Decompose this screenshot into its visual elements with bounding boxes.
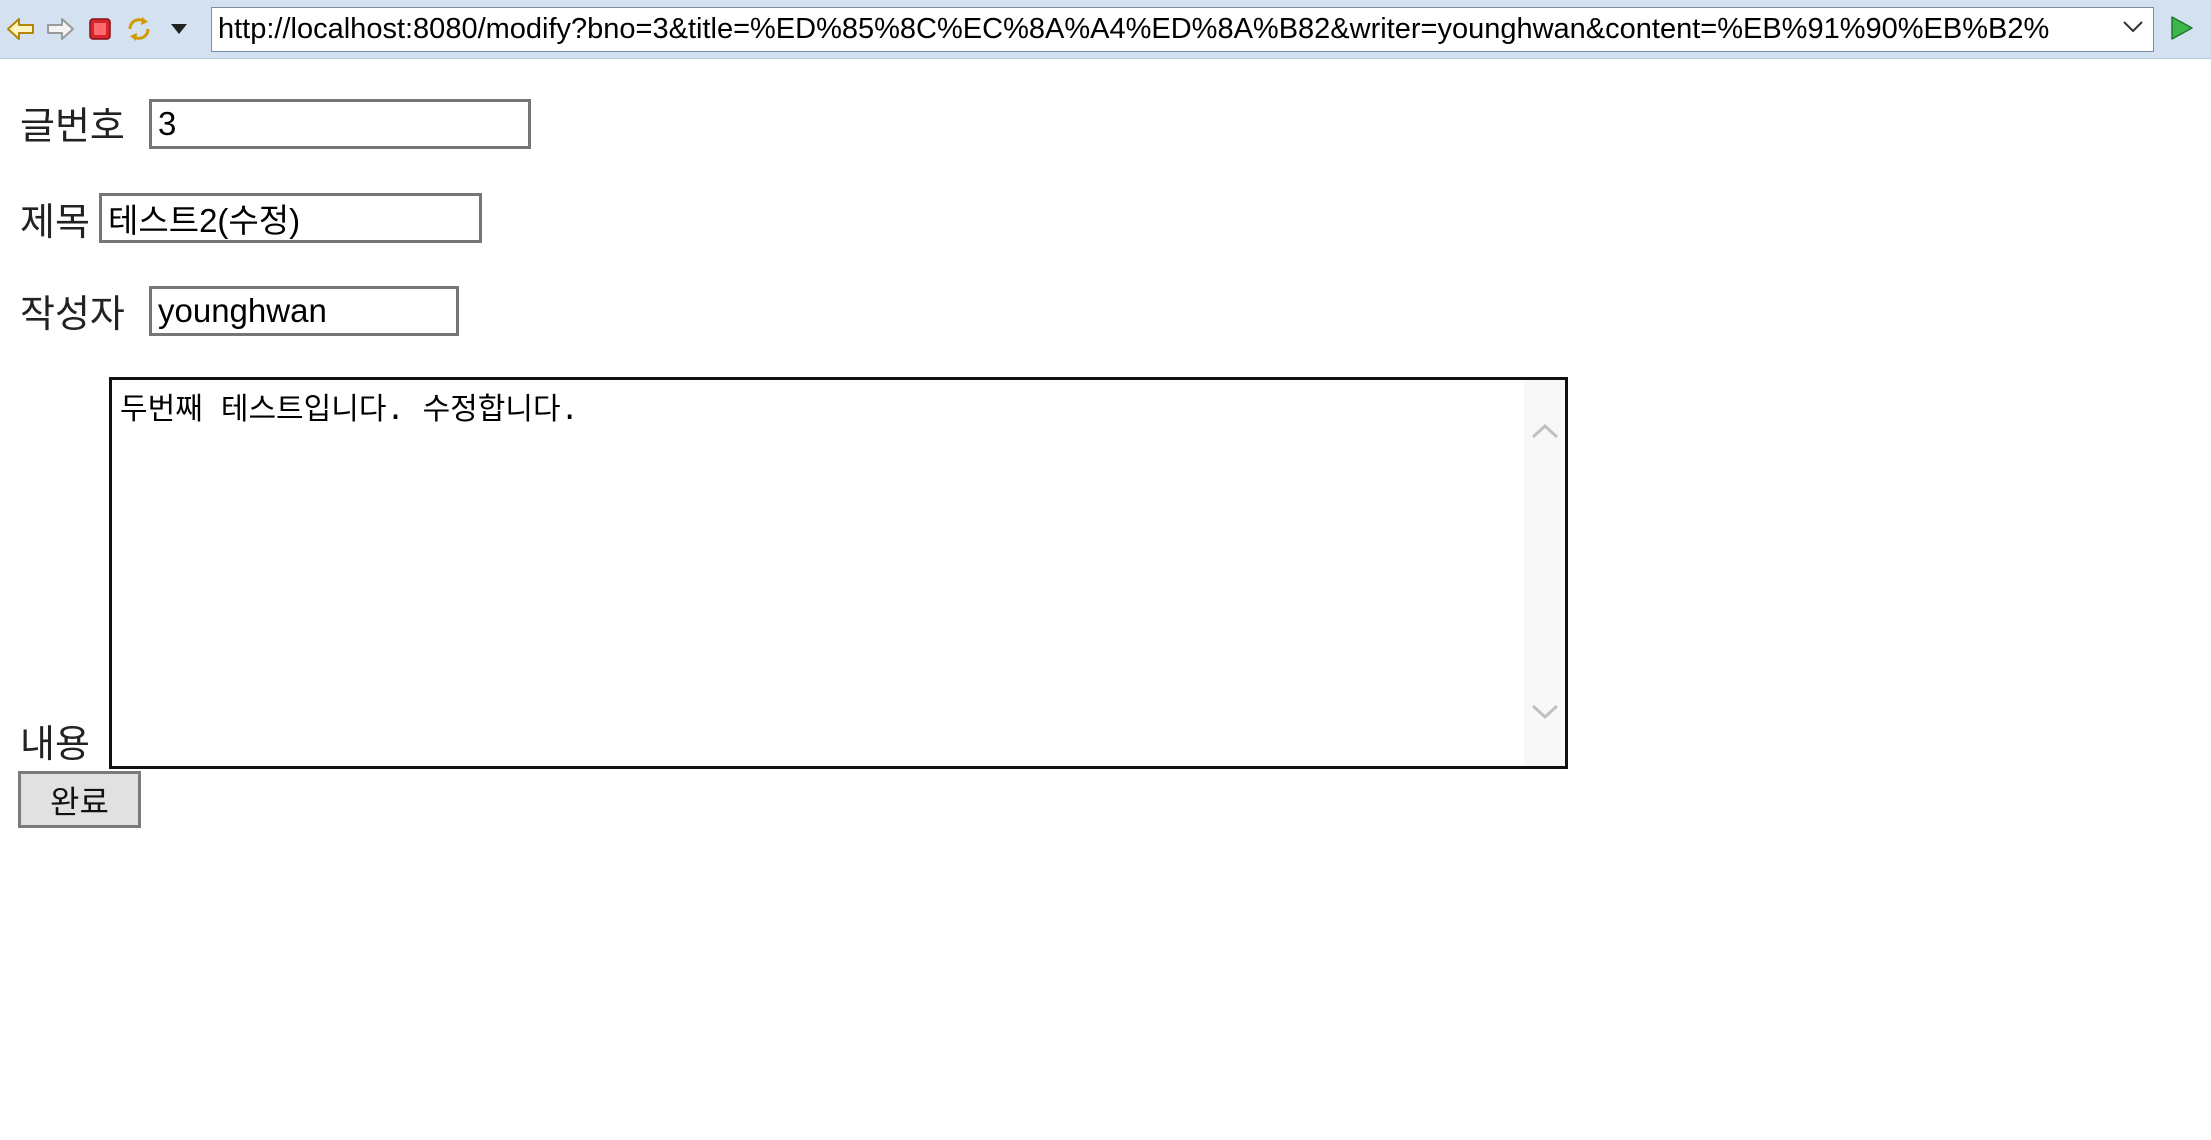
url-text[interactable]: http://localhost:8080/modify?bno=3&title… (218, 8, 2108, 51)
history-dropdown-button[interactable] (162, 12, 196, 46)
scroll-up-button[interactable] (1524, 416, 1565, 450)
chevron-down-icon (2122, 20, 2144, 39)
scroll-down-button[interactable] (1524, 697, 1565, 731)
writer-input[interactable] (149, 286, 459, 336)
title-label: 제목 (20, 200, 90, 244)
url-dropdown-button[interactable] (2113, 8, 2153, 51)
forward-arrow-icon (45, 16, 75, 42)
content-textarea[interactable]: 두번째 테스트입니다. 수정합니다. (112, 380, 1524, 766)
back-button[interactable] (4, 12, 38, 46)
forward-button[interactable] (43, 12, 77, 46)
refresh-icon (124, 14, 154, 44)
stop-button[interactable] (83, 12, 117, 46)
browser-toolbar: http://localhost:8080/modify?bno=3&title… (0, 0, 2211, 59)
submit-button[interactable]: 완료 (18, 771, 141, 828)
content-label: 내용 (20, 722, 90, 766)
title-input[interactable] (99, 193, 482, 243)
bno-label: 글번호 (20, 104, 125, 148)
chevron-up-icon (1531, 423, 1559, 444)
textarea-scrollbar[interactable] (1524, 380, 1565, 766)
back-arrow-icon (6, 16, 36, 42)
chevron-down-icon (1531, 704, 1559, 725)
refresh-button[interactable] (122, 12, 156, 46)
writer-label: 작성자 (20, 292, 125, 336)
address-bar[interactable]: http://localhost:8080/modify?bno=3&title… (211, 7, 2154, 52)
content-textarea-frame: 두번째 테스트입니다. 수정합니다. (109, 377, 1568, 769)
dropdown-arrow-icon (170, 23, 188, 35)
go-button[interactable] (2163, 12, 2199, 48)
go-arrow-icon (2167, 14, 2195, 47)
stop-icon (88, 17, 112, 41)
bno-input[interactable] (149, 99, 531, 149)
